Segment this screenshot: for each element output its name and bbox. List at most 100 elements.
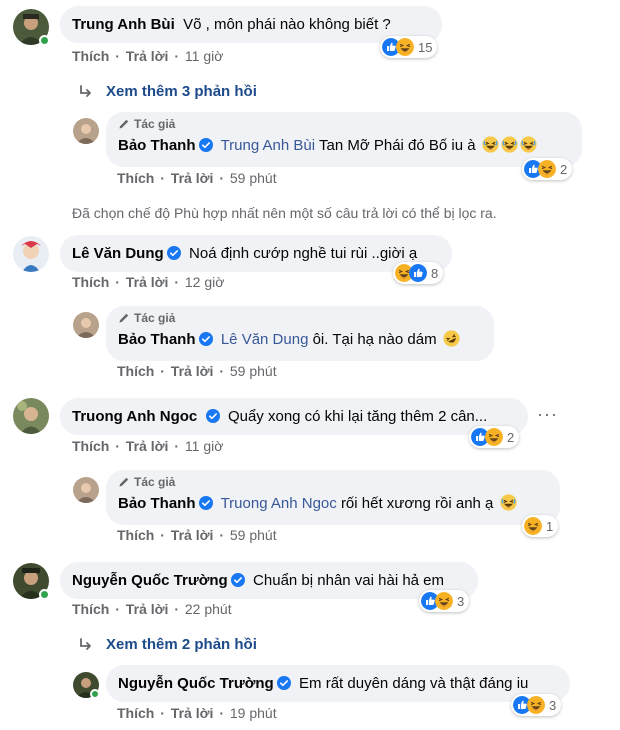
like-action[interactable]: Thích — [117, 363, 154, 379]
comment-actions: Thích · Trả lời · 59 phút — [117, 363, 279, 379]
reply-bubble: Tác giả Bảo Thanh Truong Anh Ngoc rối hế… — [106, 470, 560, 525]
reply-action[interactable]: Trả lời — [171, 363, 214, 379]
reply-action[interactable]: Trả lời — [126, 438, 169, 454]
reply-action[interactable]: Trả lời — [126, 601, 169, 617]
comment-actions: Thích · Trả lời · 22 phút — [72, 601, 234, 617]
pencil-icon — [118, 476, 130, 488]
comment-timestamp[interactable]: 59 phút — [230, 527, 277, 543]
verified-badge-icon — [199, 138, 213, 152]
comment-text: Võ , môn phái nào không biết ? — [183, 16, 391, 33]
commenter-name[interactable]: Bảo Thanh — [118, 137, 196, 154]
reply-action[interactable]: Trả lời — [171, 170, 214, 186]
author-badge-label: Tác giả — [134, 116, 176, 131]
avatar[interactable] — [13, 9, 50, 46]
verified-badge-icon — [206, 409, 220, 423]
comment-actions: Thích · Trả lời · 11 giờ — [72, 438, 225, 454]
reaction-count: 3 — [549, 697, 557, 713]
reply-action[interactable]: Trả lời — [171, 527, 214, 543]
separator: · — [160, 363, 165, 379]
separator: · — [160, 527, 165, 543]
comment-timestamp[interactable]: 12 giờ — [185, 274, 225, 290]
reaction-summary[interactable]: 2 — [522, 158, 573, 180]
comment-text: rối hết xương rồi anh ạ — [340, 495, 494, 512]
avatar[interactable] — [13, 398, 49, 434]
reaction-summary[interactable]: 8 — [393, 262, 444, 284]
separator: · — [219, 170, 224, 186]
see-more-replies-link[interactable]: Xem thêm 2 phản hồi — [78, 636, 257, 653]
haha-reaction-icon — [524, 517, 542, 535]
verified-badge-icon — [167, 246, 181, 260]
commenter-name[interactable]: Nguyễn Quốc Trường — [72, 572, 228, 589]
laughing-emoji-icon — [501, 136, 518, 153]
comment-timestamp[interactable]: 11 giờ — [185, 438, 224, 454]
commenter-name[interactable]: Truong Anh Ngoc — [72, 408, 197, 425]
reaction-summary[interactable]: 2 — [469, 426, 520, 448]
mention-link[interactable]: Truong Anh Ngoc — [221, 495, 337, 512]
reaction-count: 1 — [546, 518, 554, 534]
reply-action[interactable]: Trả lời — [126, 274, 169, 290]
reaction-summary[interactable]: 3 — [511, 694, 562, 716]
comment-timestamp[interactable]: 11 giờ — [185, 48, 224, 64]
commenter-name[interactable]: Lê Văn Dung — [72, 245, 164, 262]
comment-text: Chuẩn bị nhân vai hài hả em — [253, 572, 445, 589]
more-options-button[interactable]: ··· — [537, 404, 558, 425]
avatar[interactable] — [13, 563, 50, 600]
like-action[interactable]: Thích — [117, 170, 154, 186]
pencil-icon — [118, 118, 130, 130]
commenter-name[interactable]: Nguyễn Quốc Trường — [118, 675, 274, 692]
mention-link[interactable]: Lê Văn Dung — [221, 331, 309, 348]
avatar[interactable] — [73, 477, 99, 503]
reply-bubble: Tác giả Bảo Thanh Lê Văn Dung ôi. Tại hạ… — [106, 306, 494, 361]
separator: · — [115, 48, 120, 64]
comment-timestamp[interactable]: 22 phút — [185, 601, 232, 617]
mention-link[interactable]: Trung Anh Bùi — [221, 137, 316, 154]
separator: · — [219, 705, 224, 721]
reaction-count: 3 — [457, 593, 465, 609]
avatar[interactable] — [73, 312, 99, 338]
reply-arrow-icon — [78, 84, 94, 100]
separator: · — [219, 527, 224, 543]
verified-badge-icon — [199, 496, 213, 510]
commenter-name[interactable]: Trung Anh Bùi — [72, 16, 175, 33]
comment-timestamp[interactable]: 59 phút — [230, 363, 277, 379]
pencil-icon — [118, 312, 130, 324]
reaction-summary[interactable]: 15 — [380, 36, 438, 58]
reaction-summary[interactable]: 3 — [419, 590, 470, 612]
commenter-name[interactable]: Bảo Thanh — [118, 331, 196, 348]
reply-bubble: Nguyễn Quốc Trường Em rất duyên dáng và … — [106, 665, 570, 702]
see-more-label: Xem thêm 2 phản hồi — [106, 636, 257, 653]
separator: · — [174, 438, 179, 454]
avatar[interactable] — [73, 672, 100, 699]
see-more-replies-link[interactable]: Xem thêm 3 phản hồi — [78, 83, 257, 100]
separator: · — [115, 274, 120, 290]
separator: · — [219, 363, 224, 379]
like-action[interactable]: Thích — [117, 527, 154, 543]
reply-arrow-icon — [78, 637, 94, 653]
comment-timestamp[interactable]: 19 phút — [230, 705, 277, 721]
comment-bubble: Truong Anh Ngoc Quẩy xong có khi lại tăn… — [60, 398, 528, 435]
reaction-summary[interactable]: 1 — [522, 515, 559, 537]
like-action[interactable]: Thích — [72, 601, 109, 617]
rolling-laughing-emoji-icon — [443, 330, 460, 347]
comment-text: Em rất duyên dáng và thật đáng iu — [299, 675, 529, 692]
comment-text: Noá định cướp nghề tui rùi ..giời ạ — [189, 245, 418, 262]
commenter-name[interactable]: Bảo Thanh — [118, 495, 196, 512]
comment-timestamp[interactable]: 59 phút — [230, 170, 277, 186]
haha-reaction-icon — [538, 160, 556, 178]
avatar[interactable] — [13, 236, 49, 272]
reply-action[interactable]: Trả lời — [171, 705, 214, 721]
comment-bubble: Nguyễn Quốc Trường Chuẩn bị nhân vai hài… — [60, 562, 478, 599]
reaction-count: 15 — [418, 39, 433, 55]
avatar[interactable] — [73, 118, 99, 144]
like-action[interactable]: Thích — [72, 274, 109, 290]
like-action[interactable]: Thích — [72, 438, 109, 454]
like-action[interactable]: Thích — [72, 48, 109, 64]
author-badge-label: Tác giả — [134, 474, 176, 489]
comment-actions: Thích · Trả lời · 59 phút — [117, 170, 279, 186]
separator: · — [174, 48, 179, 64]
reply-action[interactable]: Trả lời — [126, 48, 169, 64]
like-action[interactable]: Thích — [117, 705, 154, 721]
verified-badge-icon — [231, 573, 245, 587]
separator: · — [115, 601, 120, 617]
verified-badge-icon — [277, 676, 291, 690]
